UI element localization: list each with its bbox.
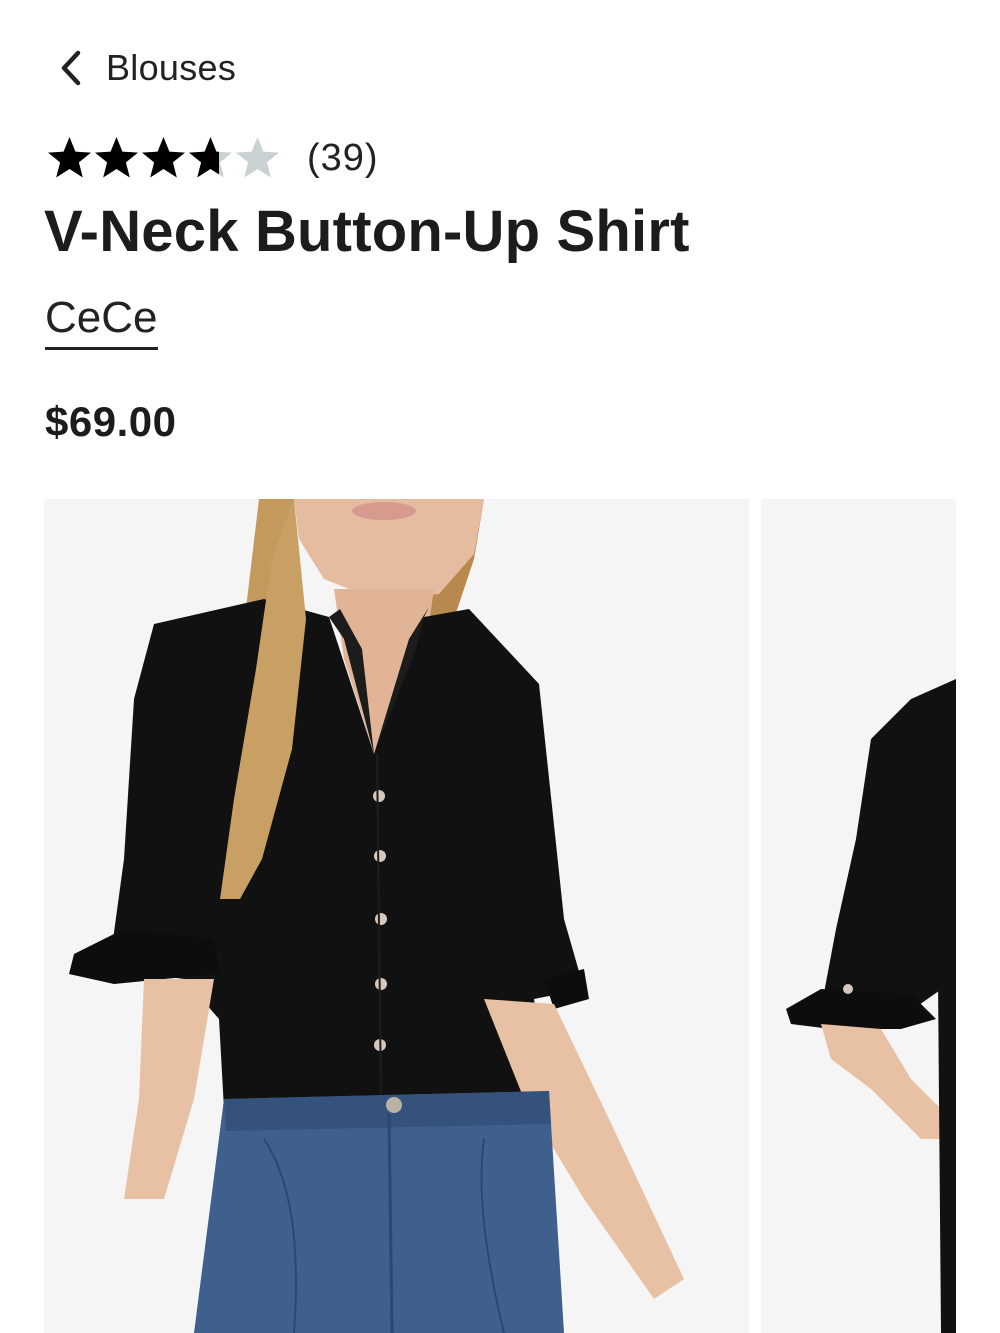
product-photo-front[interactable] xyxy=(44,499,749,1333)
breadcrumb[interactable]: Blouses xyxy=(58,42,236,94)
product-title: V-Neck Button-Up Shirt xyxy=(44,199,690,264)
star-rating xyxy=(46,135,281,182)
review-count[interactable]: (39) xyxy=(307,137,379,180)
product-price: $69.00 xyxy=(45,398,177,445)
product-photo-side[interactable] xyxy=(761,499,956,1333)
brand-link[interactable]: CeCe xyxy=(45,293,158,350)
star-icon xyxy=(48,136,91,177)
rating-row[interactable]: (39) xyxy=(46,132,379,184)
star-icon xyxy=(236,136,279,177)
breadcrumb-label[interactable]: Blouses xyxy=(106,47,236,89)
chevron-left-icon[interactable] xyxy=(58,48,84,88)
star-icon xyxy=(95,136,138,177)
star-icon xyxy=(142,136,185,177)
star-icon xyxy=(189,136,232,177)
product-gallery[interactable] xyxy=(44,499,1000,1333)
